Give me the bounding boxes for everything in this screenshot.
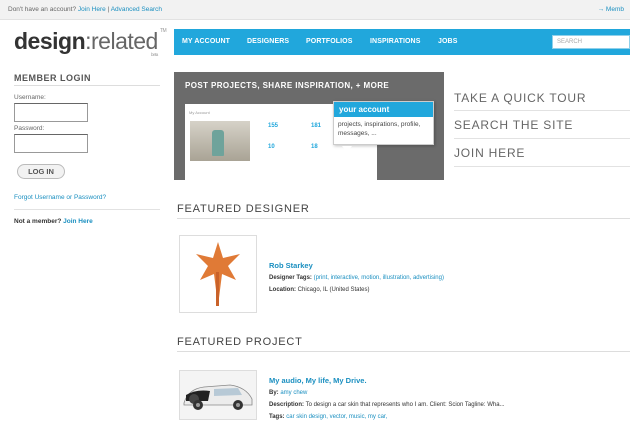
- logo-beta: beta: [151, 52, 158, 57]
- hero-title: POST PROJECTS, SHARE INSPIRATION, + MORE: [185, 81, 390, 90]
- callout-pointer: [342, 146, 352, 152]
- top-utility-bar: Don't have an account? Join Here | Advan…: [0, 0, 630, 20]
- callout-body: projects, inspirations, profile, message…: [338, 121, 421, 137]
- site-logo[interactable]: design:related TM beta: [14, 28, 167, 57]
- sidebar-divider: [14, 209, 160, 210]
- preview-stat: 155: [268, 123, 279, 129]
- project-author-link[interactable]: amy chew: [280, 390, 307, 396]
- designer-tags-label: Designer Tags:: [269, 275, 312, 281]
- designer-location-value: Chicago, IL (United States): [297, 287, 370, 293]
- project-tags-links[interactable]: car skin design, vector, music, my car,: [286, 414, 387, 420]
- your-account-callout[interactable]: your account projects, inspirations, pro…: [333, 101, 434, 152]
- username-field[interactable]: [14, 103, 88, 122]
- featured-project-heading: FEATURED PROJECT: [177, 336, 303, 348]
- project-title-link[interactable]: My audio, My life, My Drive.: [269, 376, 367, 385]
- quick-link-divider: [454, 166, 630, 167]
- forgot-credentials-link[interactable]: Forgot Username or Password?: [14, 194, 106, 201]
- logo-design-text: design: [14, 28, 86, 54]
- advanced-search-link[interactable]: Advanced Search: [111, 6, 162, 13]
- logo-related-text: :related: [85, 28, 158, 54]
- no-account-text: Don't have an account?: [8, 6, 77, 13]
- preview-object-image: [212, 130, 224, 156]
- quick-link-divider: [454, 138, 630, 139]
- join-here-quick-link[interactable]: JOIN HERE: [454, 146, 525, 160]
- preview-stat: 181: [311, 123, 322, 129]
- designer-tags-links[interactable]: (print, interactive, motion, illustratio…: [314, 275, 444, 281]
- members-link[interactable]: → Memb: [598, 0, 624, 20]
- quick-tour-link[interactable]: TAKE A QUICK TOUR: [454, 91, 586, 105]
- project-description-text: To design a car skin that represents who…: [305, 402, 505, 408]
- search-site-link[interactable]: SEARCH THE SITE: [454, 118, 573, 132]
- designer-thumbnail[interactable]: [179, 235, 257, 313]
- password-field[interactable]: [14, 134, 88, 153]
- featured-designer-heading: FEATURED DESIGNER: [177, 203, 310, 215]
- topbar-divider: |: [107, 6, 110, 13]
- preview-stat: 18: [311, 144, 318, 150]
- designer-artwork: [196, 242, 240, 306]
- designer-location-row: Location: Chicago, IL (United States): [269, 287, 369, 293]
- preview-stat: 10: [268, 144, 275, 150]
- not-member-text: Not a member?: [14, 218, 62, 225]
- sidebar-join-link[interactable]: Join Here: [63, 218, 93, 225]
- not-member-row: Not a member? Join Here: [14, 218, 93, 225]
- nav-inspirations[interactable]: INSPIRATIONS: [370, 38, 420, 45]
- section-divider: [177, 351, 630, 352]
- project-tags-label: Tags:: [269, 414, 285, 420]
- quick-link-divider: [454, 110, 630, 111]
- nav-portfolios[interactable]: PORTFOLIOS: [306, 38, 353, 45]
- nav-my-account[interactable]: MY ACCOUNT: [182, 38, 230, 45]
- account-preview-heading: My Account: [189, 110, 210, 115]
- search-input[interactable]: SEARCH: [552, 35, 630, 49]
- username-label: Username:: [14, 94, 46, 101]
- member-login-title: MEMBER LOGIN: [14, 73, 91, 83]
- nav-jobs[interactable]: JOBS: [438, 38, 457, 45]
- designer-location-label: Location:: [269, 287, 296, 293]
- project-thumbnail[interactable]: [179, 370, 257, 420]
- designer-name-link[interactable]: Rob Starkey: [269, 261, 313, 270]
- login-divider: [14, 85, 160, 86]
- project-car-image: [180, 371, 256, 419]
- designer-tags-row: Designer Tags: (print, interactive, moti…: [269, 275, 444, 281]
- join-here-link[interactable]: Join Here: [78, 6, 106, 13]
- project-description-row: Description: To design a car skin that r…: [269, 402, 505, 408]
- logo-trademark: TM: [160, 28, 167, 34]
- project-description-label: Description:: [269, 402, 305, 408]
- section-divider: [177, 218, 630, 219]
- callout-title: your account: [334, 102, 433, 117]
- project-tags-row: Tags: car skin design, vector, music, my…: [269, 414, 387, 420]
- project-author-row: By: amy chew: [269, 390, 307, 396]
- project-by-label: By:: [269, 390, 279, 396]
- password-label: Password:: [14, 125, 45, 132]
- login-button[interactable]: LOG IN: [17, 164, 65, 179]
- main-nav: MY ACCOUNT DESIGNERS PORTFOLIOS INSPIRAT…: [174, 29, 630, 55]
- nav-designers[interactable]: DESIGNERS: [247, 38, 289, 45]
